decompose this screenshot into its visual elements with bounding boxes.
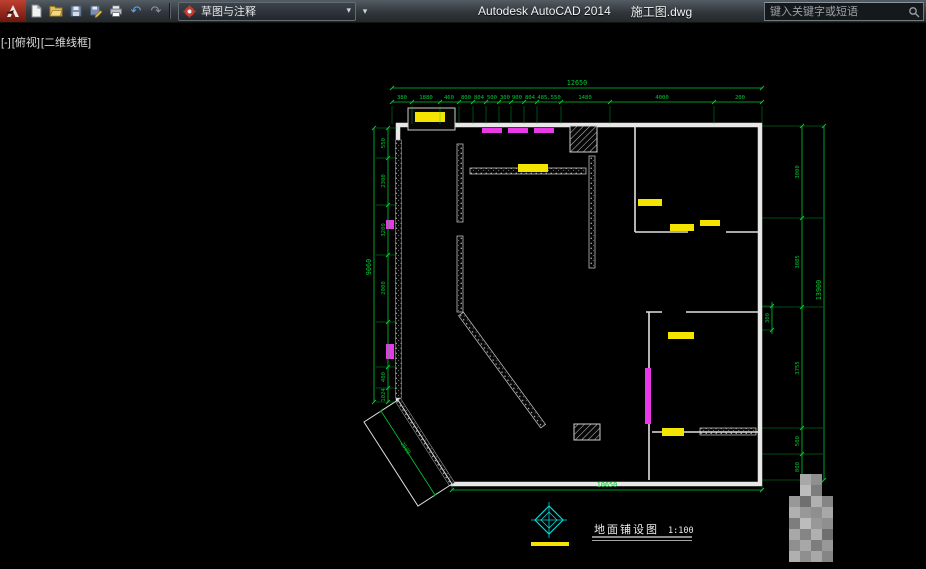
dimension-label: 10650	[597, 481, 617, 489]
dimension-label: 400	[381, 372, 387, 382]
plot-print-button[interactable]	[106, 1, 126, 21]
dimension-label: 804	[474, 95, 485, 101]
dimension-label: 1480	[578, 95, 591, 101]
open-folder-icon	[49, 4, 63, 18]
dimension-label: 2000	[381, 281, 387, 294]
open-file-button[interactable]	[46, 1, 66, 21]
highlight-bars	[518, 164, 720, 436]
drawing-title-block: 地面铺设图 1:100	[592, 523, 694, 541]
watermark-mosaic	[789, 474, 833, 562]
viewport-controls: [-][俯视][二维线框]	[1, 34, 92, 50]
dimension-label: 804	[525, 95, 536, 101]
symbol-underline-bar	[531, 542, 569, 546]
dimension-label: 550	[381, 138, 387, 148]
dimension-label: 9060	[365, 259, 373, 275]
dimension-label: 300	[765, 313, 771, 323]
dimension-label: 3200	[381, 223, 387, 236]
new-file-button[interactable]	[26, 1, 46, 21]
dimension-label: 1024	[381, 388, 387, 402]
dimension-label: 300	[500, 95, 510, 101]
dimension-label: 200	[735, 95, 745, 101]
undo-icon: ↶	[131, 5, 142, 18]
drawing-title: 地面铺设图	[594, 523, 659, 536]
dimension-label: 2300	[381, 174, 387, 187]
dimension-label: 1880	[419, 95, 432, 101]
save-floppy-icon	[69, 4, 83, 18]
chevron-down-icon: ▾	[346, 6, 351, 16]
document-title: 施工图.dwg	[631, 3, 692, 20]
dimension-label: 500	[487, 95, 497, 101]
entry-door-block	[408, 108, 455, 130]
workspace-gear-icon	[183, 5, 196, 18]
dimension-label: 800	[795, 462, 801, 472]
dimension-label: 2500	[399, 441, 411, 456]
viewport-control-visual-style[interactable]: [二维线框]	[41, 37, 91, 49]
north-symbol	[531, 502, 567, 538]
workspace-dropdown-arrow-button[interactable]: ▾	[358, 3, 372, 20]
viewport-control-collapse[interactable]: [-]	[1, 37, 11, 49]
toolbar-divider	[169, 3, 171, 19]
dimension-label: 900	[512, 95, 522, 101]
dimension-label: 800	[461, 95, 471, 101]
printer-icon	[109, 4, 123, 18]
search-input[interactable]	[768, 5, 905, 19]
save-as-floppy-pencil-icon	[89, 4, 103, 18]
redo-button[interactable]: ↷	[146, 1, 166, 21]
new-file-icon	[29, 4, 43, 18]
interior-walls	[457, 126, 760, 480]
search-icon[interactable]	[908, 6, 920, 18]
titlebar: ↶ ↷ 草图与注释 ▾ ▾ Autodesk AutoCAD 2014 施工图.…	[0, 0, 926, 23]
save-as-button[interactable]	[86, 1, 106, 21]
viewport-control-view[interactable]: [俯视]	[12, 37, 40, 49]
save-button[interactable]	[66, 1, 86, 21]
dimension-label: 3755	[795, 361, 801, 374]
dimension-label: 12650	[567, 79, 587, 87]
window-title: Autodesk AutoCAD 2014 施工图.dwg	[478, 0, 692, 22]
undo-button[interactable]: ↶	[126, 1, 146, 21]
dimension-label: 460	[444, 95, 454, 101]
dimension-label: 4000	[655, 95, 668, 101]
dimension-label: 380	[397, 95, 407, 101]
drawing-scale: 1:100	[668, 526, 694, 536]
dimension-label: 3000	[795, 165, 801, 178]
workspace-label: 草图与注释	[201, 3, 341, 19]
autocad-logo-button[interactable]	[0, 0, 26, 22]
dimension-label: 13900	[815, 280, 823, 300]
dimension-label: 3085	[795, 255, 801, 268]
floor-plan-drawing[interactable]: 12650 380 1880 460 800 804 500 300 900 8…	[0, 22, 926, 564]
infocenter-search	[764, 2, 924, 21]
workspace-switcher[interactable]: 草图与注释 ▾	[178, 2, 356, 21]
model-space-canvas[interactable]: [-][俯视][二维线框]	[0, 22, 926, 564]
dimension-label: 485,550	[537, 95, 561, 101]
autocad-a-icon	[5, 4, 21, 18]
redo-icon: ↷	[151, 5, 162, 18]
dimension-label: 500	[795, 436, 801, 446]
app-title: Autodesk AutoCAD 2014	[478, 4, 611, 18]
